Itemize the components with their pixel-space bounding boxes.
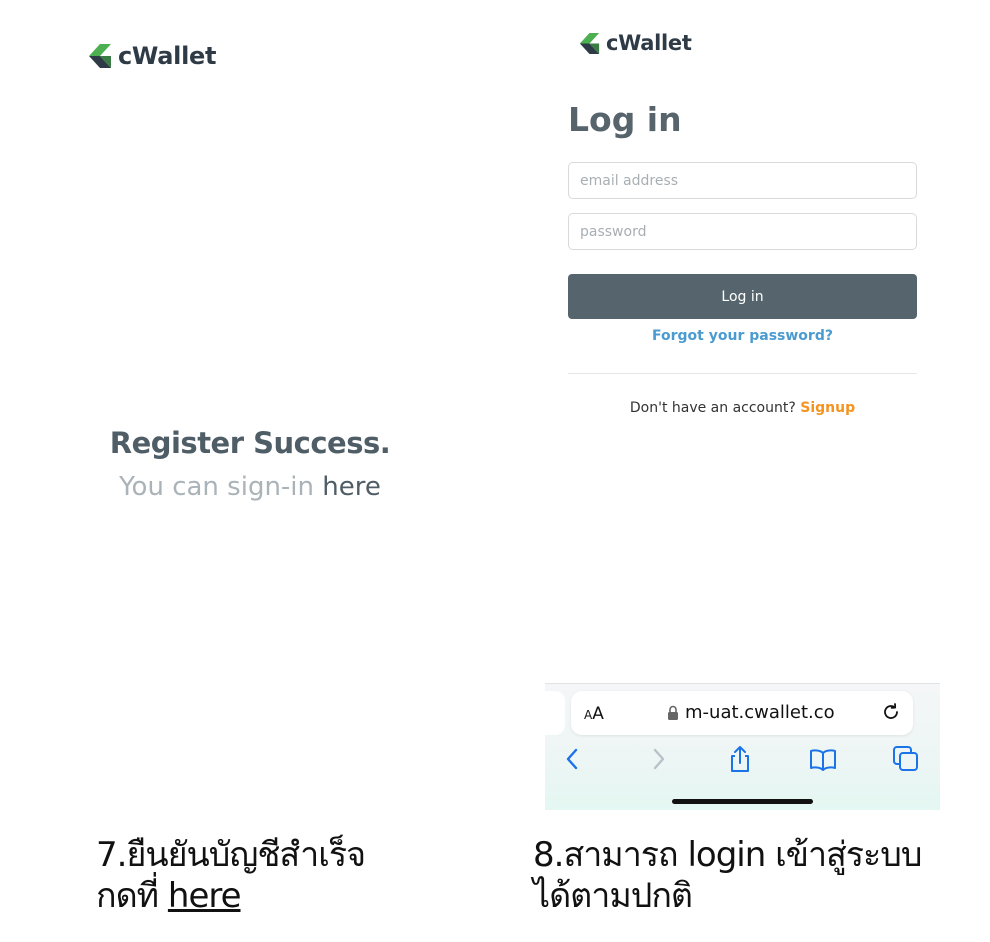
url-text: m-uat.cwallet.co <box>685 702 835 723</box>
back-icon[interactable] <box>558 744 588 774</box>
email-field[interactable] <box>568 162 917 199</box>
sign-in-here-link[interactable]: here <box>322 472 381 502</box>
logo-wordmark: cWallet <box>606 31 692 55</box>
cwallet-logo: cWallet <box>88 42 216 70</box>
previous-tab-edge[interactable] <box>545 691 565 735</box>
home-indicator <box>672 799 813 804</box>
lock-icon <box>668 705 678 720</box>
tabs-icon[interactable] <box>891 744 921 774</box>
login-button[interactable]: Log in <box>568 274 917 319</box>
share-icon[interactable] <box>725 744 755 774</box>
signup-row: Don't have an account? Signup <box>568 400 917 416</box>
url-display[interactable]: m-uat.cwallet.co <box>667 702 835 723</box>
caption-text: กดที่ <box>96 876 168 916</box>
safari-toolbar: AA m-uat.cwallet.co <box>545 683 940 810</box>
login-heading: Log in <box>568 100 682 139</box>
aa-button[interactable]: AA <box>584 704 604 724</box>
reload-icon[interactable] <box>880 701 902 723</box>
no-account-text: Don't have an account? <box>629 400 801 416</box>
forward-icon[interactable] <box>643 744 673 774</box>
cwallet-logo-icon <box>89 44 111 68</box>
cwallet-logo-icon <box>579 32 600 54</box>
caption-here-link: here <box>167 876 242 916</box>
signup-link[interactable]: Signup <box>800 400 855 416</box>
register-success-title: Register Success. <box>109 426 391 460</box>
caption-line: กดที่ here <box>96 876 365 917</box>
caption-line: 7.ยืนยันบัญชีสำเร็จ <box>96 835 366 875</box>
step-7-caption: 7.ยืนยันบัญชีสำเร็จ กดที่ here <box>96 835 366 917</box>
sign-in-message: You can sign-in here <box>0 472 500 502</box>
forgot-password-link[interactable]: Forgot your password? <box>568 328 917 344</box>
caption-line: ได้ตามปกติ <box>533 876 693 916</box>
cwallet-logo: cWallet <box>579 31 692 55</box>
step-8-caption: 8.สามารถ login เข้าสู่ระบบ ได้ตามปกติ <box>533 835 922 917</box>
divider <box>568 373 917 374</box>
address-bar[interactable]: AA m-uat.cwallet.co <box>571 691 913 735</box>
password-field[interactable] <box>568 213 917 250</box>
logo-wordmark: cWallet <box>118 42 217 70</box>
sign-in-message-text: You can sign-in <box>119 472 323 502</box>
bookmarks-icon[interactable] <box>808 744 838 774</box>
caption-line: 8.สามารถ login เข้าสู่ระบบ <box>533 835 922 875</box>
